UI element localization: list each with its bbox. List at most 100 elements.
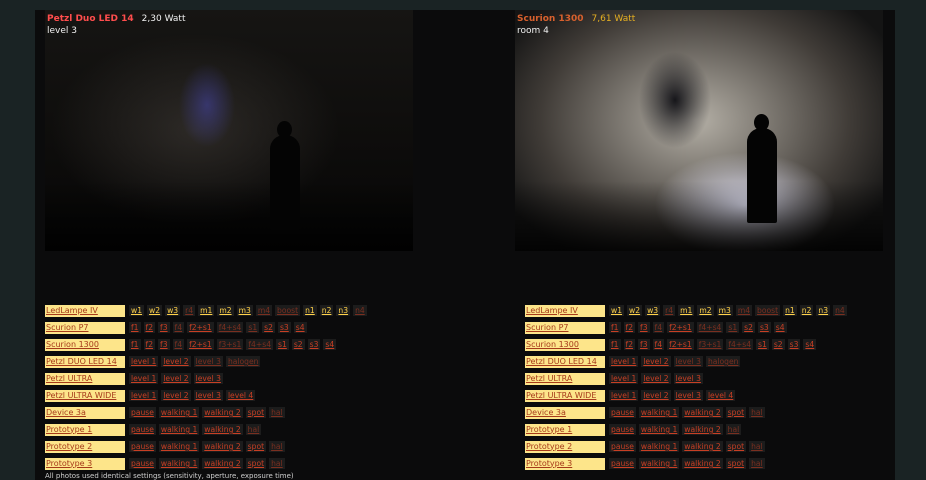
mode-link[interactable]: halogen bbox=[705, 356, 741, 367]
mode-link[interactable]: walking 1 bbox=[638, 407, 680, 418]
mode-link[interactable]: pause bbox=[609, 458, 636, 469]
mode-link[interactable]: s3 bbox=[787, 339, 801, 350]
mode-link[interactable]: s2 bbox=[262, 322, 275, 333]
mode-link[interactable]: s4 bbox=[803, 339, 817, 350]
mode-link[interactable]: level 3 bbox=[673, 373, 703, 384]
mode-link[interactable]: n2 bbox=[319, 305, 334, 316]
lamp-link[interactable]: Prototype 1 bbox=[45, 423, 125, 436]
mode-link[interactable]: hal bbox=[269, 458, 285, 469]
mode-link[interactable]: m2 bbox=[217, 305, 234, 316]
mode-link[interactable]: halogen bbox=[225, 356, 261, 367]
mode-link[interactable]: n2 bbox=[799, 305, 814, 316]
mode-link[interactable]: level 1 bbox=[609, 390, 639, 401]
mode-link[interactable]: level 2 bbox=[161, 390, 191, 401]
mode-link[interactable]: f1 bbox=[129, 322, 141, 333]
lamp-link[interactable]: LedLampe IV bbox=[45, 304, 125, 317]
lamp-link[interactable]: Scurion P7 bbox=[525, 321, 605, 334]
mode-link[interactable]: s4 bbox=[293, 322, 307, 333]
mode-link[interactable]: m1 bbox=[198, 305, 215, 316]
mode-link[interactable]: f2 bbox=[623, 339, 636, 350]
mode-link[interactable]: hal bbox=[749, 441, 765, 452]
lamp-link[interactable]: Scurion 1300 bbox=[525, 338, 605, 351]
mode-link[interactable]: f4+s4 bbox=[696, 322, 724, 333]
mode-link[interactable]: n3 bbox=[336, 305, 351, 316]
mode-link[interactable]: s4 bbox=[323, 339, 337, 350]
mode-link[interactable]: s4 bbox=[773, 322, 787, 333]
mode-link[interactable]: spot bbox=[245, 458, 267, 469]
mode-link[interactable]: pause bbox=[609, 407, 636, 418]
mode-link[interactable]: r4 bbox=[183, 305, 196, 316]
mode-link[interactable]: f3 bbox=[638, 339, 650, 350]
mode-link[interactable]: pause bbox=[609, 441, 636, 452]
lamp-link[interactable]: Prototype 3 bbox=[525, 457, 605, 470]
lamp-link[interactable]: Petzl ULTRA bbox=[45, 372, 125, 385]
mode-link[interactable]: f2+s1 bbox=[187, 322, 214, 333]
lamp-link[interactable]: Petzl ULTRA bbox=[525, 372, 605, 385]
mode-link[interactable]: level 3 bbox=[193, 373, 223, 384]
mode-link[interactable]: f2+s1 bbox=[667, 339, 694, 350]
mode-link[interactable]: s1 bbox=[756, 339, 769, 350]
mode-link[interactable]: level 4 bbox=[225, 390, 256, 401]
mode-link[interactable]: s2 bbox=[742, 322, 755, 333]
mode-link[interactable]: pause bbox=[609, 424, 636, 435]
mode-link[interactable]: s3 bbox=[757, 322, 771, 333]
mode-link[interactable]: walking 1 bbox=[158, 424, 200, 435]
mode-link[interactable]: walking 2 bbox=[682, 424, 723, 435]
mode-link[interactable]: boost bbox=[275, 305, 301, 316]
lamp-link[interactable]: Petzl DUO LED 14 bbox=[45, 355, 125, 368]
mode-link[interactable]: m3 bbox=[236, 305, 253, 316]
mode-link[interactable]: m2 bbox=[697, 305, 714, 316]
lamp-link[interactable]: Device 3a bbox=[45, 406, 125, 419]
mode-link[interactable]: f2 bbox=[143, 322, 156, 333]
mode-link[interactable]: walking 1 bbox=[638, 424, 680, 435]
mode-link[interactable]: walking 2 bbox=[682, 441, 723, 452]
mode-link[interactable]: level 4 bbox=[705, 390, 736, 401]
mode-link[interactable]: hal bbox=[269, 441, 285, 452]
mode-link[interactable]: s1 bbox=[246, 322, 260, 333]
mode-link[interactable]: pause bbox=[129, 407, 156, 418]
mode-link[interactable]: f2 bbox=[143, 339, 156, 350]
mode-link[interactable]: walking 1 bbox=[158, 441, 200, 452]
mode-link[interactable]: hal bbox=[269, 407, 285, 418]
lamp-link[interactable]: LedLampe IV bbox=[525, 304, 605, 317]
mode-link[interactable]: f4 bbox=[652, 322, 665, 333]
mode-link[interactable]: s2 bbox=[291, 339, 305, 350]
mode-link[interactable]: f3 bbox=[158, 339, 170, 350]
mode-link[interactable]: level 1 bbox=[129, 373, 159, 384]
lamp-link[interactable]: Prototype 3 bbox=[45, 457, 125, 470]
mode-link[interactable]: walking 1 bbox=[158, 458, 200, 469]
mode-link[interactable]: pause bbox=[129, 424, 156, 435]
mode-link[interactable]: s3 bbox=[307, 339, 321, 350]
mode-link[interactable]: f4 bbox=[172, 322, 185, 333]
mode-link[interactable]: walking 1 bbox=[638, 458, 680, 469]
mode-link[interactable]: walking 2 bbox=[202, 407, 243, 418]
mode-link[interactable]: w2 bbox=[147, 305, 163, 316]
mode-link[interactable]: spot bbox=[725, 458, 747, 469]
mode-link[interactable]: spot bbox=[245, 441, 267, 452]
mode-link[interactable]: m4 bbox=[735, 305, 753, 316]
mode-link[interactable]: f4 bbox=[652, 339, 665, 350]
mode-link[interactable]: w3 bbox=[645, 305, 661, 316]
mode-link[interactable]: level 2 bbox=[161, 373, 191, 384]
mode-link[interactable]: s3 bbox=[277, 322, 291, 333]
lamp-link[interactable]: Petzl ULTRA WIDE bbox=[45, 389, 125, 402]
lamp-link[interactable]: Scurion 1300 bbox=[45, 338, 125, 351]
mode-link[interactable]: hal bbox=[749, 407, 765, 418]
mode-link[interactable]: level 2 bbox=[641, 390, 671, 401]
mode-link[interactable]: f2+s1 bbox=[187, 339, 214, 350]
mode-link[interactable]: level 3 bbox=[673, 390, 703, 401]
mode-link[interactable]: spot bbox=[725, 441, 747, 452]
mode-link[interactable]: hal bbox=[725, 424, 742, 435]
mode-link[interactable]: walking 2 bbox=[202, 441, 243, 452]
mode-link[interactable]: walking 2 bbox=[682, 407, 723, 418]
mode-link[interactable]: f1 bbox=[129, 339, 141, 350]
mode-link[interactable]: r4 bbox=[663, 305, 676, 316]
mode-link[interactable]: m4 bbox=[255, 305, 273, 316]
mode-link[interactable]: w1 bbox=[609, 305, 625, 316]
lamp-link[interactable]: Petzl DUO LED 14 bbox=[525, 355, 605, 368]
mode-link[interactable]: s1 bbox=[276, 339, 289, 350]
mode-link[interactable]: m1 bbox=[678, 305, 695, 316]
mode-link[interactable]: s2 bbox=[771, 339, 785, 350]
mode-link[interactable]: f2 bbox=[623, 322, 636, 333]
mode-link[interactable]: f2+s1 bbox=[667, 322, 694, 333]
